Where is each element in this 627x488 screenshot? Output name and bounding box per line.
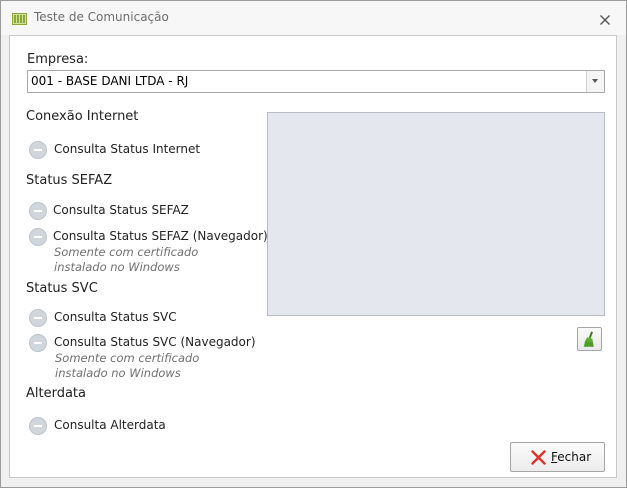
- chevron-down-icon[interactable]: [586, 71, 604, 92]
- check-svc-label[interactable]: Consulta Status SVC: [54, 310, 177, 324]
- empresa-select[interactable]: 001 - BASE DANI LTDA - RJ: [27, 70, 605, 93]
- status-icon: [29, 334, 47, 352]
- check-sefaz-browser-label[interactable]: Consulta Status SEFAZ (Navegador): [53, 229, 268, 243]
- check-sefaz-label[interactable]: Consulta Status SEFAZ: [53, 203, 189, 217]
- section-title-alterdata: Alterdata: [26, 386, 86, 401]
- close-x-icon[interactable]: [599, 11, 611, 25]
- check-svc-browser-label[interactable]: Consulta Status SVC (Navegador): [54, 335, 256, 349]
- result-log-area[interactable]: [267, 112, 605, 316]
- status-icon: [29, 309, 47, 327]
- app-window-icon: [12, 11, 27, 25]
- status-icon: [29, 202, 47, 220]
- title-bar: Teste de Comunicação: [1, 1, 626, 35]
- broom-icon: [583, 331, 594, 347]
- section-title-internet: Conexão Internet: [26, 109, 139, 124]
- empresa-label: Empresa:: [27, 52, 89, 67]
- status-icon: [29, 228, 47, 246]
- dialog-content: Empresa: 001 - BASE DANI LTDA - RJ Conex…: [9, 35, 617, 478]
- window-title: Teste de Comunicação: [34, 10, 169, 24]
- check-alterdata-label[interactable]: Consulta Alterdata: [54, 418, 166, 432]
- section-title-sefaz: Status SEFAZ: [26, 173, 113, 188]
- check-internet-label[interactable]: Consulta Status Internet: [54, 142, 200, 156]
- close-button[interactable]: Fechar: [510, 442, 605, 472]
- certificate-note: Somente com certificado instalado no Win…: [54, 245, 199, 274]
- clear-log-button[interactable]: [577, 327, 602, 351]
- dialog-window: Teste de Comunicação Empresa: 001 - BASE…: [0, 0, 627, 488]
- status-icon: [29, 417, 47, 435]
- red-x-icon: [531, 450, 546, 465]
- empresa-select-value: 001 - BASE DANI LTDA - RJ: [31, 74, 189, 88]
- section-title-svc: Status SVC: [26, 281, 98, 296]
- certificate-note: Somente com certificado instalado no Win…: [55, 351, 200, 380]
- status-icon: [29, 141, 47, 159]
- close-button-label: Fechar: [551, 450, 592, 464]
